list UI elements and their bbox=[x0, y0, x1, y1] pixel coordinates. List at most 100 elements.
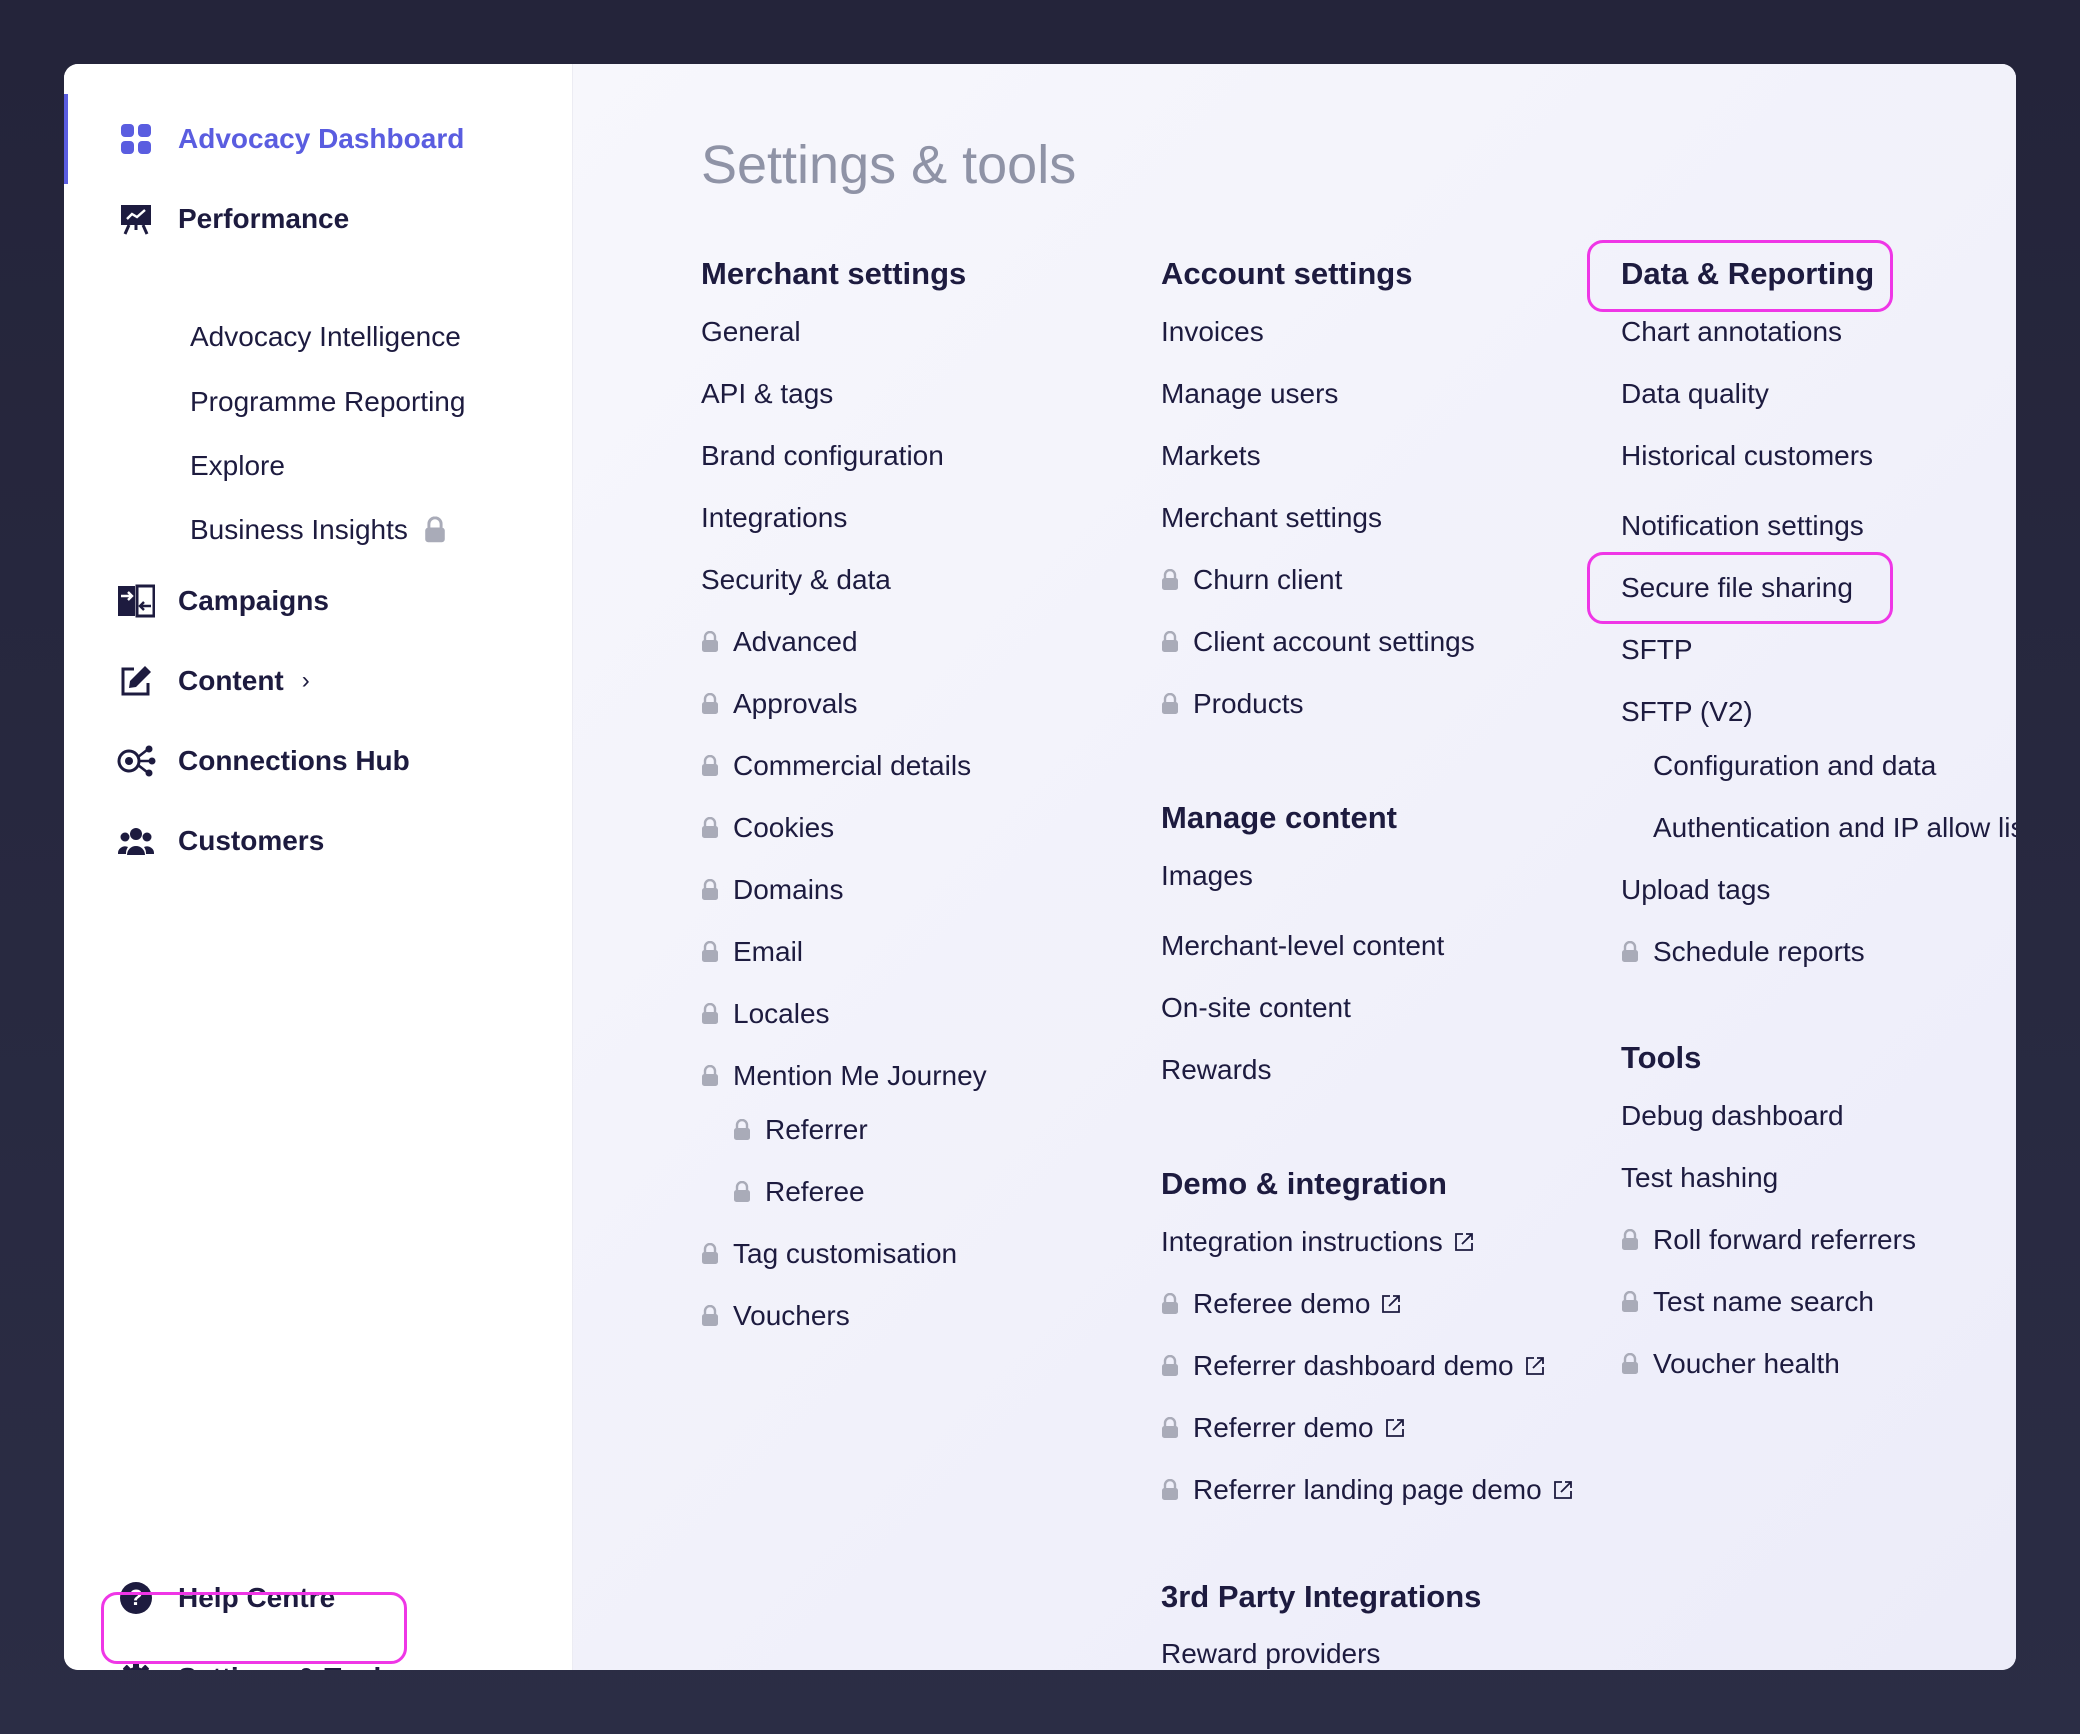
link-cookies[interactable]: Cookies bbox=[701, 808, 834, 848]
link-referee-demo[interactable]: Referee demo bbox=[1161, 1284, 1402, 1324]
link-reward-providers[interactable]: Reward providers bbox=[1161, 1634, 1380, 1670]
sidebar-item-content[interactable]: Content › bbox=[64, 636, 572, 726]
link-voucher-health[interactable]: Voucher health bbox=[1621, 1344, 1840, 1384]
link-tag-customisation[interactable]: Tag customisation bbox=[701, 1234, 957, 1274]
link-sftp[interactable]: SFTP bbox=[1621, 630, 1693, 670]
chevron-right-icon: › bbox=[301, 667, 310, 694]
lock-icon bbox=[701, 817, 719, 839]
link-api-tags[interactable]: API & tags bbox=[701, 374, 833, 414]
link-label: Authentication and IP allow list bbox=[1653, 812, 2016, 843]
link-mention-me-journey[interactable]: Mention Me Journey bbox=[701, 1056, 987, 1096]
lock-icon bbox=[701, 879, 719, 901]
link-invoices[interactable]: Invoices bbox=[1161, 312, 1264, 352]
lock-icon bbox=[1621, 941, 1639, 963]
link-rewards[interactable]: Rewards bbox=[1161, 1050, 1271, 1090]
sidebar-subitem-business-insights[interactable]: Business Insights bbox=[190, 508, 446, 552]
link-label: Voucher health bbox=[1653, 1348, 1840, 1379]
link-markets[interactable]: Markets bbox=[1161, 436, 1261, 476]
link-label: Schedule reports bbox=[1653, 936, 1865, 967]
link-secure-file-sharing[interactable]: Secure file sharing bbox=[1621, 568, 1853, 608]
link-label: Merchant-level content bbox=[1161, 930, 1445, 961]
link-domains[interactable]: Domains bbox=[701, 870, 843, 910]
link-roll-forward-referrers[interactable]: Roll forward referrers bbox=[1621, 1220, 1916, 1260]
link-security-data[interactable]: Security & data bbox=[701, 560, 891, 600]
link-vouchers[interactable]: Vouchers bbox=[701, 1296, 850, 1336]
link-label: Notification settings bbox=[1621, 510, 1864, 541]
link-referee[interactable]: Referee bbox=[733, 1172, 865, 1212]
link-commercial-details[interactable]: Commercial details bbox=[701, 746, 971, 786]
sidebar-item-settings-tools[interactable]: Settings & Tools bbox=[64, 1633, 572, 1670]
link-referrer-demo[interactable]: Referrer demo bbox=[1161, 1408, 1406, 1448]
link-referrer-dashboard-demo[interactable]: Referrer dashboard demo bbox=[1161, 1346, 1546, 1386]
link-label: Historical customers bbox=[1621, 440, 1874, 471]
link-label: Advanced bbox=[733, 626, 858, 657]
link-sftp-v2[interactable]: SFTP (V2) bbox=[1621, 692, 1753, 732]
link-approvals[interactable]: Approvals bbox=[701, 684, 858, 724]
section-heading-tools: Tools bbox=[1621, 1040, 1702, 1075]
link-brand-configuration[interactable]: Brand configuration bbox=[701, 436, 944, 476]
lock-icon bbox=[1161, 693, 1179, 715]
link-on-site-content[interactable]: On-site content bbox=[1161, 988, 1351, 1028]
sidebar-item-performance[interactable]: Performance bbox=[64, 174, 572, 264]
link-label: Images bbox=[1161, 860, 1253, 891]
link-advanced[interactable]: Advanced bbox=[701, 622, 858, 662]
link-label: Data quality bbox=[1621, 378, 1769, 409]
lock-icon bbox=[701, 693, 719, 715]
link-products[interactable]: Products bbox=[1161, 684, 1304, 724]
link-label: API & tags bbox=[701, 378, 834, 409]
link-general[interactable]: General bbox=[701, 312, 801, 352]
subitem-label: Explore bbox=[190, 450, 285, 481]
link-data-quality[interactable]: Data quality bbox=[1621, 374, 1769, 414]
link-label: Referee demo bbox=[1193, 1288, 1371, 1319]
link-notification-settings[interactable]: Notification settings bbox=[1621, 506, 1864, 546]
link-client-account-settings[interactable]: Client account settings bbox=[1161, 622, 1475, 662]
sidebar-subitem-advocacy-intelligence[interactable]: Advocacy Intelligence bbox=[190, 315, 461, 359]
link-label: On-site content bbox=[1161, 992, 1351, 1023]
link-churn-client[interactable]: Churn client bbox=[1161, 560, 1342, 600]
lock-icon bbox=[701, 631, 719, 653]
link-email[interactable]: Email bbox=[701, 932, 803, 972]
link-test-name-search[interactable]: Test name search bbox=[1621, 1282, 1874, 1322]
sidebar-item-help-centre[interactable]: ? Help Centre bbox=[64, 1553, 572, 1643]
link-manage-users[interactable]: Manage users bbox=[1161, 374, 1338, 414]
subitem-label: Programme Reporting bbox=[190, 386, 466, 417]
link-label: Configuration and data bbox=[1653, 750, 1937, 781]
link-label: Mention Me Journey bbox=[733, 1060, 987, 1091]
sidebar-subitem-explore[interactable]: Explore bbox=[190, 444, 285, 488]
link-merchant-level-content[interactable]: Merchant-level content bbox=[1161, 926, 1444, 966]
link-label: Reward providers bbox=[1161, 1638, 1381, 1669]
link-images[interactable]: Images bbox=[1161, 856, 1253, 896]
lock-icon bbox=[733, 1119, 751, 1141]
link-configuration-and-data[interactable]: Configuration and data bbox=[1653, 746, 1936, 786]
link-label: Referee bbox=[765, 1176, 865, 1207]
link-label: General bbox=[701, 316, 801, 347]
link-chart-annotations[interactable]: Chart annotations bbox=[1621, 312, 1842, 352]
link-authentication-ip-allow-list[interactable]: Authentication and IP allow list bbox=[1653, 808, 2016, 848]
lock-icon bbox=[1621, 1291, 1639, 1313]
link-historical-customers[interactable]: Historical customers bbox=[1621, 436, 1873, 476]
link-label: Rewards bbox=[1161, 1054, 1272, 1085]
link-account-merchant-settings[interactable]: Merchant settings bbox=[1161, 498, 1382, 538]
link-debug-dashboard[interactable]: Debug dashboard bbox=[1621, 1096, 1844, 1136]
link-referrer-landing-page-demo[interactable]: Referrer landing page demo bbox=[1161, 1470, 1574, 1510]
link-integrations[interactable]: Integrations bbox=[701, 498, 847, 538]
link-label: Cookies bbox=[733, 812, 835, 843]
link-integration-instructions[interactable]: Integration instructions bbox=[1161, 1222, 1475, 1262]
link-label: Approvals bbox=[733, 688, 858, 719]
page-title: Settings & tools bbox=[701, 135, 1077, 195]
sidebar-item-advocacy-dashboard[interactable]: Advocacy Dashboard bbox=[64, 94, 572, 184]
sidebar-item-label: Campaigns bbox=[178, 585, 329, 616]
sidebar-item-customers[interactable]: Customers bbox=[64, 796, 572, 886]
link-locales[interactable]: Locales bbox=[701, 994, 830, 1034]
link-label: Secure file sharing bbox=[1621, 572, 1853, 603]
link-upload-tags[interactable]: Upload tags bbox=[1621, 870, 1770, 910]
link-referrer[interactable]: Referrer bbox=[733, 1110, 868, 1150]
link-test-hashing[interactable]: Test hashing bbox=[1621, 1158, 1778, 1198]
sidebar-item-campaigns[interactable]: Campaigns bbox=[64, 556, 572, 646]
link-label: Test name search bbox=[1653, 1286, 1874, 1317]
sidebar-subitem-programme-reporting[interactable]: Programme Reporting bbox=[190, 380, 465, 424]
link-schedule-reports[interactable]: Schedule reports bbox=[1621, 932, 1865, 972]
subitem-label: Business Insights bbox=[190, 514, 408, 545]
sidebar-item-connections-hub[interactable]: Connections Hub bbox=[64, 716, 572, 806]
app-window: Advocacy Dashboard Performance Advocacy … bbox=[64, 64, 2016, 1670]
